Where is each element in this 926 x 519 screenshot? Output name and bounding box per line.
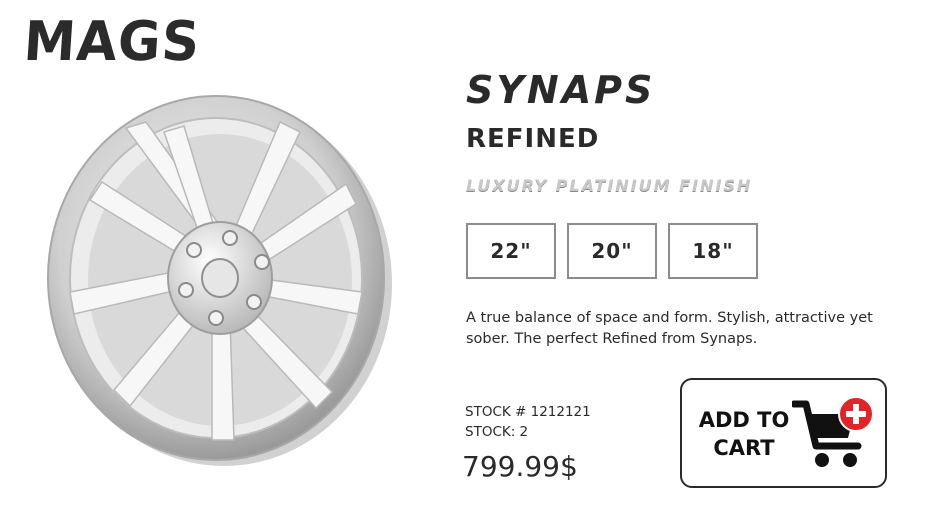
stock-quantity: STOCK: 2 [465,424,529,440]
wheel-image [47,95,392,466]
stock-info: STOCK # 1212121 STOCK: 2 [465,402,591,442]
product-title: SYNAPS [466,68,656,112]
brand-logo: MAGS [21,10,203,74]
product-finish: LUXURY PLATINIUM FINISH [466,176,753,195]
size-option-20[interactable]: 20" [567,223,657,279]
size-options: 22" 20" 18" [466,223,758,279]
product-price: 799.99$ [462,450,578,483]
add-to-cart-label: ADD TO CART [698,408,790,460]
cart-add-icon [792,396,874,467]
product-description: A true balance of space and form. Stylis… [466,310,873,347]
size-option-18[interactable]: 18" [668,223,758,279]
product-model: REFINED [466,124,600,154]
stock-number: STOCK # 1212121 [465,404,591,420]
size-option-22[interactable]: 22" [466,223,556,279]
add-to-cart-button[interactable]: ADD TO CART [680,378,887,488]
